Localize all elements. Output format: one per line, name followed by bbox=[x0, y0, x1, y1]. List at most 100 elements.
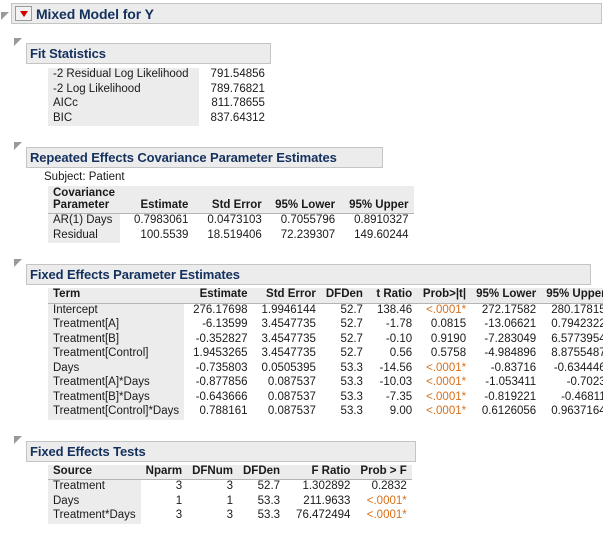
fixed-effects-estimates-title: Fixed Effects Parameter Estimates bbox=[30, 267, 240, 283]
section-fixed-effects-tests: Fixed Effects Tests Source Nparm DFNum D… bbox=[14, 429, 603, 524]
effect-prob: <.0001* bbox=[426, 303, 467, 316]
red-triangle-menu-icon[interactable] bbox=[15, 6, 32, 21]
fixed-effects-tests-table: Source Nparm DFNum DFDen F Ratio Prob > … bbox=[48, 464, 412, 524]
table-row: Treatment[B] -0.352827 3.4547735 52.7 -0… bbox=[48, 332, 603, 348]
effect-std-error: 3.4547735 bbox=[261, 332, 316, 345]
covariance-lower: 72.239307 bbox=[280, 228, 336, 241]
effect-prob: 0.0815 bbox=[430, 318, 467, 331]
effect-std-error: 0.087537 bbox=[267, 390, 316, 403]
effect-term: Treatment[B] bbox=[48, 332, 185, 348]
effect-dfden: 53.3 bbox=[340, 390, 363, 403]
effect-dfden: 52.7 bbox=[340, 318, 363, 331]
effect-t-ratio: -7.35 bbox=[385, 390, 413, 403]
section-fixed-effects-estimates: Fixed Effects Parameter Estimates Term E… bbox=[14, 252, 603, 420]
column-header-nparm: Nparm bbox=[140, 464, 188, 481]
effect-t-ratio: 138.46 bbox=[376, 303, 413, 316]
effect-lower: -7.283049 bbox=[484, 332, 537, 345]
fit-stat-label: BIC bbox=[48, 111, 199, 126]
section-repeated-effects: Repeated Effects Covariance Parameter Es… bbox=[14, 135, 603, 244]
effect-dfden: 52.7 bbox=[340, 347, 363, 360]
table-row: Treatment[A] -6.13599 3.4547735 52.7 -1.… bbox=[48, 318, 603, 333]
column-header-lower: 95% Lower bbox=[266, 186, 341, 215]
column-header-estimate: Estimate bbox=[120, 186, 194, 215]
effect-dfden: 53.3 bbox=[340, 361, 363, 374]
covariance-upper: 149.60244 bbox=[354, 228, 409, 241]
repeated-effects-subject: Subject: Patient bbox=[44, 171, 125, 183]
covariance-std-error: 0.0473103 bbox=[207, 214, 262, 227]
disclosure-triangle-icon[interactable] bbox=[14, 435, 23, 445]
test-dfnum: 1 bbox=[226, 494, 233, 507]
effect-lower: 0.6126056 bbox=[481, 405, 537, 418]
table-row: Days -0.735803 0.0505395 53.3 -14.56 <.0… bbox=[48, 361, 603, 377]
effect-t-ratio: -1.78 bbox=[385, 318, 413, 331]
column-header-dfden: DFDen bbox=[320, 288, 368, 304]
table-row: Intercept 276.17698 1.9946144 52.7 138.4… bbox=[48, 303, 603, 319]
effect-dfden: 52.7 bbox=[340, 332, 363, 345]
table-row: AR(1) Days 0.7983061 0.0473103 0.7055796… bbox=[48, 213, 414, 229]
table-row: Treatment[Control] 1.9453265 3.4547735 5… bbox=[48, 347, 603, 362]
test-dfden: 53.3 bbox=[257, 494, 281, 507]
effect-lower: -13.06621 bbox=[484, 318, 537, 331]
effect-upper: -0.634446 bbox=[553, 361, 603, 374]
covariance-term: AR(1) Days bbox=[48, 213, 121, 229]
effect-lower: 272.17582 bbox=[481, 303, 537, 316]
test-dfnum: 3 bbox=[226, 509, 233, 522]
disclosure-triangle-icon[interactable] bbox=[14, 142, 23, 151]
test-prob: <.0001* bbox=[366, 509, 407, 522]
effect-lower: -4.984896 bbox=[484, 347, 537, 360]
effect-estimate: -0.877856 bbox=[195, 376, 248, 389]
table-header-row: Covariance Parameter Estimate Std Error … bbox=[48, 186, 414, 215]
fit-stat-label: AICc bbox=[48, 97, 199, 112]
effect-term: Treatment[Control]*Days bbox=[48, 405, 185, 420]
disclosure-triangle-icon[interactable] bbox=[14, 259, 23, 268]
effect-upper: -0.46811 bbox=[561, 390, 603, 403]
covariance-lower: 0.7055796 bbox=[280, 214, 336, 227]
table-row: AICc 811.78655 bbox=[48, 97, 270, 112]
fit-statistics-title: Fit Statistics bbox=[30, 46, 106, 61]
covariance-upper: 0.8910327 bbox=[354, 214, 409, 227]
effect-t-ratio: -10.03 bbox=[379, 376, 413, 389]
fit-stat-value: 811.78655 bbox=[211, 97, 265, 109]
effect-std-error: 3.4547735 bbox=[261, 347, 316, 360]
fixed-effects-parameter-table: Term Estimate Std Error DFDen t Ratio Pr… bbox=[48, 288, 603, 420]
effect-term: Treatment[B]*Days bbox=[48, 390, 185, 406]
effect-term: Treatment[A] bbox=[48, 318, 185, 333]
effect-lower: -0.819221 bbox=[484, 390, 537, 403]
column-header-f-ratio: F Ratio bbox=[285, 464, 356, 481]
effect-upper: 6.5773954 bbox=[551, 332, 603, 345]
effect-estimate: 1.9453265 bbox=[193, 347, 248, 360]
effect-lower: -0.83716 bbox=[490, 361, 537, 374]
fixed-effects-tests-title: Fixed Effects Tests bbox=[30, 443, 146, 459]
effect-dfden: 52.7 bbox=[340, 303, 363, 316]
table-row: Days 1 1 53.3 211.9633 <.0001* bbox=[48, 494, 412, 510]
effect-prob: <.0001* bbox=[426, 361, 467, 374]
table-row: Treatment[Control]*Days 0.788161 0.08753… bbox=[48, 405, 603, 420]
effect-std-error: 0.087537 bbox=[267, 376, 316, 389]
effect-t-ratio: -0.10 bbox=[385, 332, 413, 345]
fixed-effects-estimates-header: Fixed Effects Parameter Estimates bbox=[26, 264, 591, 286]
column-header-upper: 95% Upper bbox=[340, 186, 414, 215]
test-source: Days bbox=[48, 494, 141, 510]
page-title: Mixed Model for Y bbox=[36, 5, 154, 22]
table-header-row: Term Estimate Std Error DFDen t Ratio Pr… bbox=[48, 288, 603, 304]
test-prob: <.0001* bbox=[366, 494, 407, 507]
test-nparm: 1 bbox=[175, 494, 183, 507]
effect-t-ratio: 0.56 bbox=[389, 347, 413, 360]
disclosure-triangle-icon[interactable] bbox=[14, 38, 23, 47]
effect-prob: <.0001* bbox=[426, 376, 467, 389]
test-f-ratio: 1.302892 bbox=[302, 480, 351, 493]
effect-std-error: 3.4547735 bbox=[261, 318, 316, 331]
effect-std-error: 0.087537 bbox=[267, 405, 316, 418]
effect-std-error: 0.0505395 bbox=[261, 361, 316, 374]
effect-prob: <.0001* bbox=[426, 390, 467, 403]
test-nparm: 3 bbox=[175, 509, 183, 522]
test-f-ratio: 211.9633 bbox=[303, 494, 351, 507]
covariance-estimate: 100.5539 bbox=[140, 228, 189, 241]
column-header-std-error: Std Error bbox=[193, 186, 267, 215]
table-row: -2 Residual Log Likelihood 791.54856 bbox=[48, 68, 270, 83]
fit-statistics-header: Fit Statistics bbox=[26, 43, 271, 64]
disclosure-triangle-icon[interactable] bbox=[1, 12, 10, 21]
effect-upper: 280.17815 bbox=[551, 303, 603, 316]
covariance-term: Residual bbox=[48, 228, 121, 244]
column-header-dfden: DFDen bbox=[237, 464, 286, 481]
